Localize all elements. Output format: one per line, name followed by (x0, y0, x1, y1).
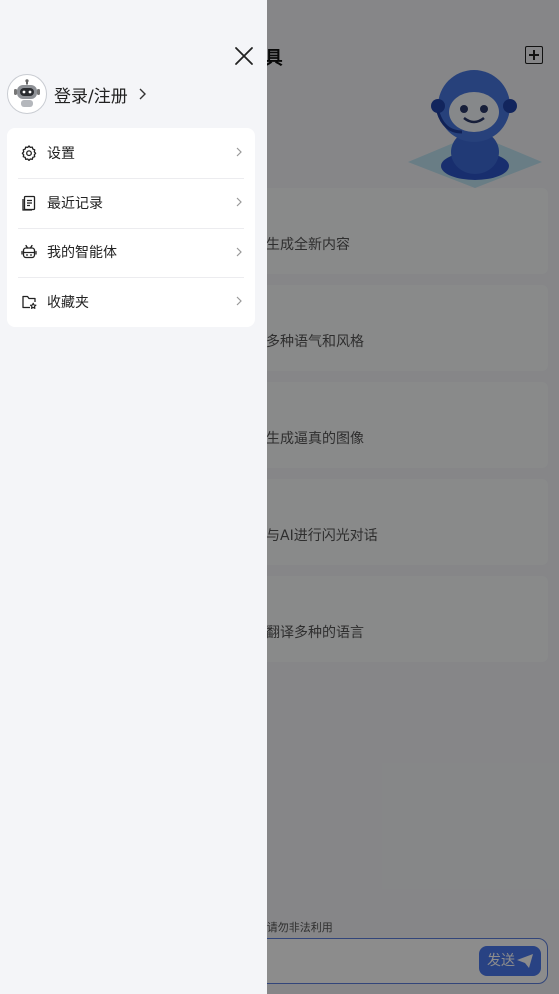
chevron-right-icon (236, 296, 242, 306)
chevron-right-icon (139, 88, 146, 100)
robot-avatar-icon (14, 79, 40, 107)
menu-item-settings[interactable]: 设置 (7, 128, 255, 178)
drawer-menu: 设置 最近记录 我的智能体 收藏夹 (7, 128, 255, 327)
chevron-right-icon (236, 247, 242, 256)
close-drawer-button[interactable] (233, 45, 255, 67)
login-register-label: 登录/注册 (54, 86, 128, 107)
folder-star-icon (21, 294, 37, 310)
menu-item-favorites[interactable]: 收藏夹 (7, 277, 255, 327)
menu-item-label: 收藏夹 (47, 295, 89, 312)
menu-item-label: 最近记录 (47, 195, 103, 212)
side-drawer: 登录/注册 设置 最近记录 我的智能体 收藏夹 (0, 0, 267, 994)
avatar (7, 74, 47, 114)
menu-item-label: 我的智能体 (47, 245, 117, 262)
menu-item-label: 设置 (47, 145, 75, 162)
robot-icon (21, 244, 37, 260)
menu-item-my-agents[interactable]: 我的智能体 (7, 227, 255, 278)
document-icon (21, 195, 37, 211)
close-icon (235, 47, 253, 65)
gear-icon (21, 145, 37, 161)
login-register-entry[interactable]: 登录/注册 (7, 73, 147, 115)
chevron-right-icon (236, 197, 242, 207)
chevron-right-icon (236, 147, 242, 157)
menu-item-recent[interactable]: 最近记录 (7, 177, 255, 228)
